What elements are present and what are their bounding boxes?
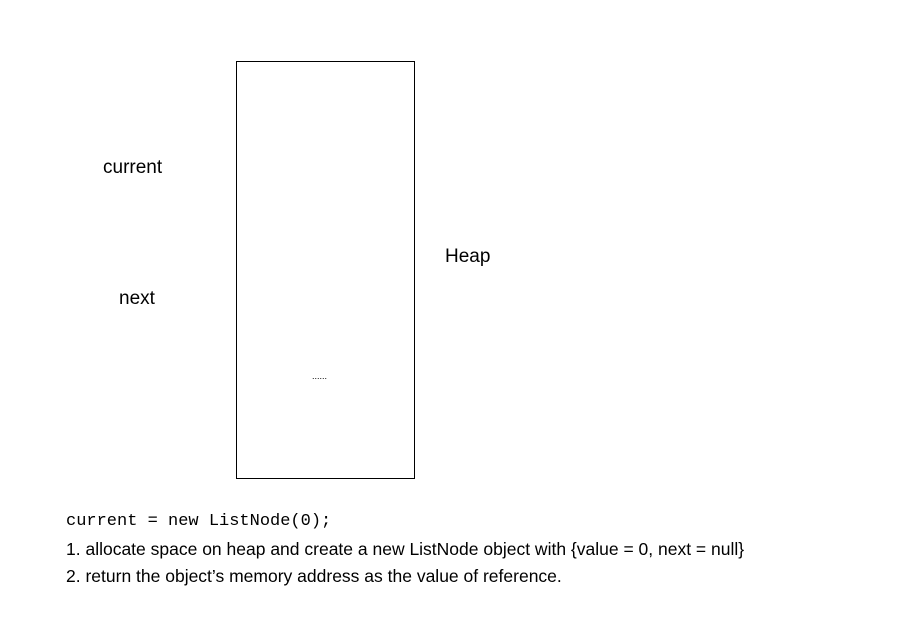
heap-ellipsis: ...... bbox=[312, 371, 328, 381]
explanation-step-2: 2. return the object’s memory address as… bbox=[66, 566, 562, 586]
code-statement: current = new ListNode(0); bbox=[66, 512, 332, 531]
variable-next-label: next bbox=[119, 288, 155, 309]
explanation-step-1: 1. allocate space on heap and create a n… bbox=[66, 539, 745, 559]
heap-memory-box bbox=[236, 61, 415, 479]
heap-label: Heap bbox=[445, 246, 491, 267]
variable-current-label: current bbox=[103, 157, 163, 178]
